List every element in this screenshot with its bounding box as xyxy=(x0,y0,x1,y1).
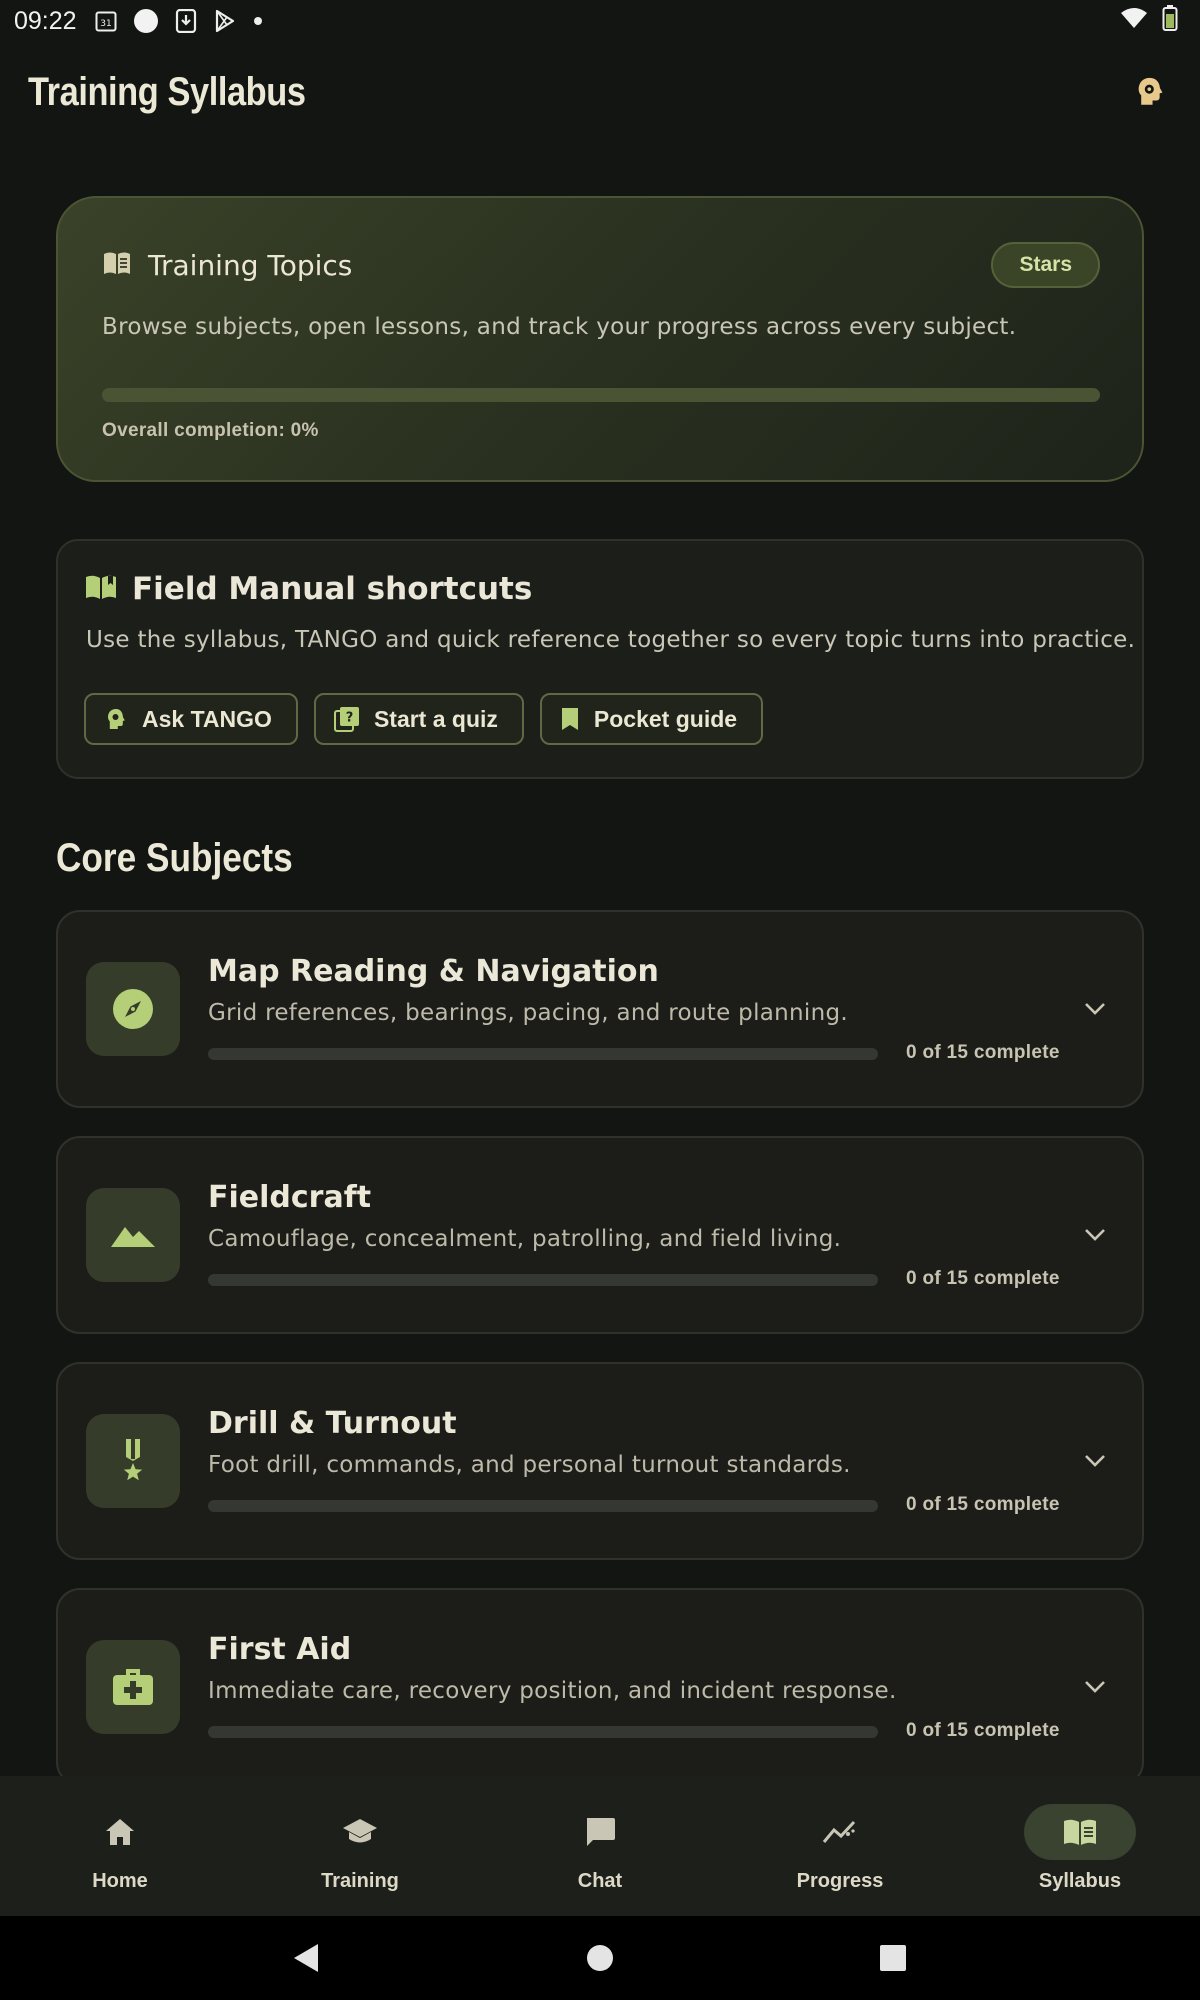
chevron-down-icon[interactable] xyxy=(1080,1220,1110,1250)
subject-card-drill[interactable]: Drill & Turnout Foot drill, commands, an… xyxy=(56,1362,1144,1560)
page-title: Training Syllabus xyxy=(28,69,306,114)
book-open-icon xyxy=(84,573,118,605)
nav-item-progress[interactable]: Progress xyxy=(720,1776,960,1916)
pocket-guide-label: Pocket guide xyxy=(593,705,738,732)
play-store-icon xyxy=(213,9,237,33)
home-icon xyxy=(106,1819,134,1845)
calendar-day: 31 xyxy=(100,19,111,29)
school-icon xyxy=(343,1819,377,1843)
menu-book-icon xyxy=(102,250,132,280)
nav-label: Syllabus xyxy=(1038,1870,1122,1892)
hero-title: Training Topics xyxy=(148,248,353,282)
subject-title: First Aid xyxy=(208,1632,352,1667)
subject-count: 0 of 15 complete xyxy=(906,1268,1060,1289)
field-manual-shortcuts-card: Field Manual shortcuts Use the syllabus,… xyxy=(56,539,1144,779)
subject-count: 0 of 15 complete xyxy=(906,1494,1060,1515)
shortcuts-header: Field Manual shortcuts xyxy=(84,571,532,607)
shortcuts-title: Field Manual shortcuts xyxy=(132,571,533,607)
terrain-icon xyxy=(111,1227,155,1247)
recents-icon[interactable] xyxy=(873,1938,913,1978)
subject-description: Camouflage, concealment, patrolling, and… xyxy=(208,1226,842,1252)
core-subjects-heading: Core Subjects xyxy=(56,836,293,880)
nav-label: Training xyxy=(321,1870,399,1892)
nav-icon-container xyxy=(784,1804,896,1860)
chat-icon xyxy=(587,1818,615,1846)
svg-text:?: ? xyxy=(346,711,354,726)
start-quiz-label: Start a quiz xyxy=(373,705,498,732)
download-icon xyxy=(175,9,197,33)
trend-icon xyxy=(822,1820,856,1843)
brain-gear-icon xyxy=(1138,77,1163,105)
dot-icon xyxy=(253,16,263,26)
subject-card-fieldcraft[interactable]: Fieldcraft Camouflage, concealment, patr… xyxy=(56,1136,1144,1334)
brain-icon xyxy=(108,709,125,729)
tango-settings-button[interactable] xyxy=(1128,70,1172,114)
nav-item-syllabus[interactable]: Syllabus xyxy=(960,1776,1200,1916)
medical-kit-icon xyxy=(113,1669,153,1705)
nav-item-home[interactable]: Home xyxy=(0,1776,240,1916)
wifi-icon xyxy=(1120,7,1148,35)
pocket-guide-button[interactable]: Pocket guide xyxy=(539,693,764,745)
nav-icon-container xyxy=(1024,1804,1136,1860)
app-bar: Training Syllabus xyxy=(0,60,1200,124)
start-quiz-button[interactable]: ? Start a quiz xyxy=(313,693,524,745)
nav-item-training[interactable]: Training xyxy=(240,1776,480,1916)
nav-icon-container xyxy=(64,1804,176,1860)
nav-label: Home xyxy=(92,1870,148,1892)
back-icon[interactable] xyxy=(286,1938,326,1978)
subject-icon-tile xyxy=(86,1414,180,1508)
nav-label: Progress xyxy=(796,1870,884,1892)
status-time: 09:22 xyxy=(14,6,77,35)
subject-card-map-reading[interactable]: Map Reading & Navigation Grid references… xyxy=(56,910,1144,1108)
subject-title: Map Reading & Navigation xyxy=(208,954,659,989)
overall-progress-bar xyxy=(102,388,1100,402)
status-bar: 09:22 31 xyxy=(0,0,1200,42)
hero-description: Browse subjects, open lessons, and track… xyxy=(102,314,1017,340)
subject-description: Immediate care, recovery position, and i… xyxy=(208,1678,897,1704)
ask-tango-button[interactable]: Ask TANGO xyxy=(84,693,298,745)
chevron-down-icon[interactable] xyxy=(1080,1672,1110,1702)
subject-description: Grid references, bearings, pacing, and r… xyxy=(208,1000,848,1026)
circle-notification-icon xyxy=(133,8,159,34)
subject-icon-tile xyxy=(86,1188,180,1282)
calendar-icon: 31 xyxy=(95,10,117,32)
bookmark-icon xyxy=(561,708,578,730)
subject-title: Drill & Turnout xyxy=(208,1406,457,1441)
nav-item-chat[interactable]: Chat xyxy=(480,1776,720,1916)
subject-progress-bar xyxy=(208,1500,878,1512)
subject-progress-bar xyxy=(208,1048,878,1060)
shortcut-buttons: Ask TANGO ? Start a quiz Pocket guide xyxy=(84,693,764,745)
chevron-down-icon[interactable] xyxy=(1080,1446,1110,1476)
quiz-icon: ? xyxy=(333,707,359,732)
stars-badge[interactable]: Stars xyxy=(991,242,1100,288)
subject-description: Foot drill, commands, and personal turno… xyxy=(208,1452,851,1478)
home-circle-icon[interactable] xyxy=(580,1938,620,1978)
subject-title: Fieldcraft xyxy=(208,1180,372,1215)
bottom-navigation: Home Training Chat Progress Syllabus xyxy=(0,1776,1200,1916)
nav-label: Chat xyxy=(577,1870,623,1892)
subject-progress-bar xyxy=(208,1726,878,1738)
system-navigation-bar xyxy=(0,1916,1200,2000)
subject-count: 0 of 15 complete xyxy=(906,1042,1060,1063)
subject-card-first-aid[interactable]: First Aid Immediate care, recovery posit… xyxy=(56,1588,1144,1786)
chevron-down-icon[interactable] xyxy=(1080,994,1110,1024)
subject-icon-tile xyxy=(86,962,180,1056)
nav-icon-container xyxy=(544,1804,656,1860)
ask-tango-label: Ask TANGO xyxy=(142,705,272,732)
book-icon xyxy=(1064,1819,1096,1845)
medal-icon xyxy=(123,1439,143,1481)
battery-icon xyxy=(1162,5,1178,37)
nav-icon-container xyxy=(304,1804,416,1860)
overall-completion-label: Overall completion: 0% xyxy=(102,420,319,441)
subject-count: 0 of 15 complete xyxy=(906,1720,1060,1741)
shortcuts-description: Use the syllabus, TANGO and quick refere… xyxy=(86,627,1136,653)
subject-icon-tile xyxy=(86,1640,180,1734)
hero-header: Training Topics Stars xyxy=(102,242,1100,288)
compass-icon xyxy=(113,989,153,1029)
subject-progress-bar xyxy=(208,1274,878,1286)
training-topics-card: Training Topics Stars Browse subjects, o… xyxy=(56,196,1144,482)
